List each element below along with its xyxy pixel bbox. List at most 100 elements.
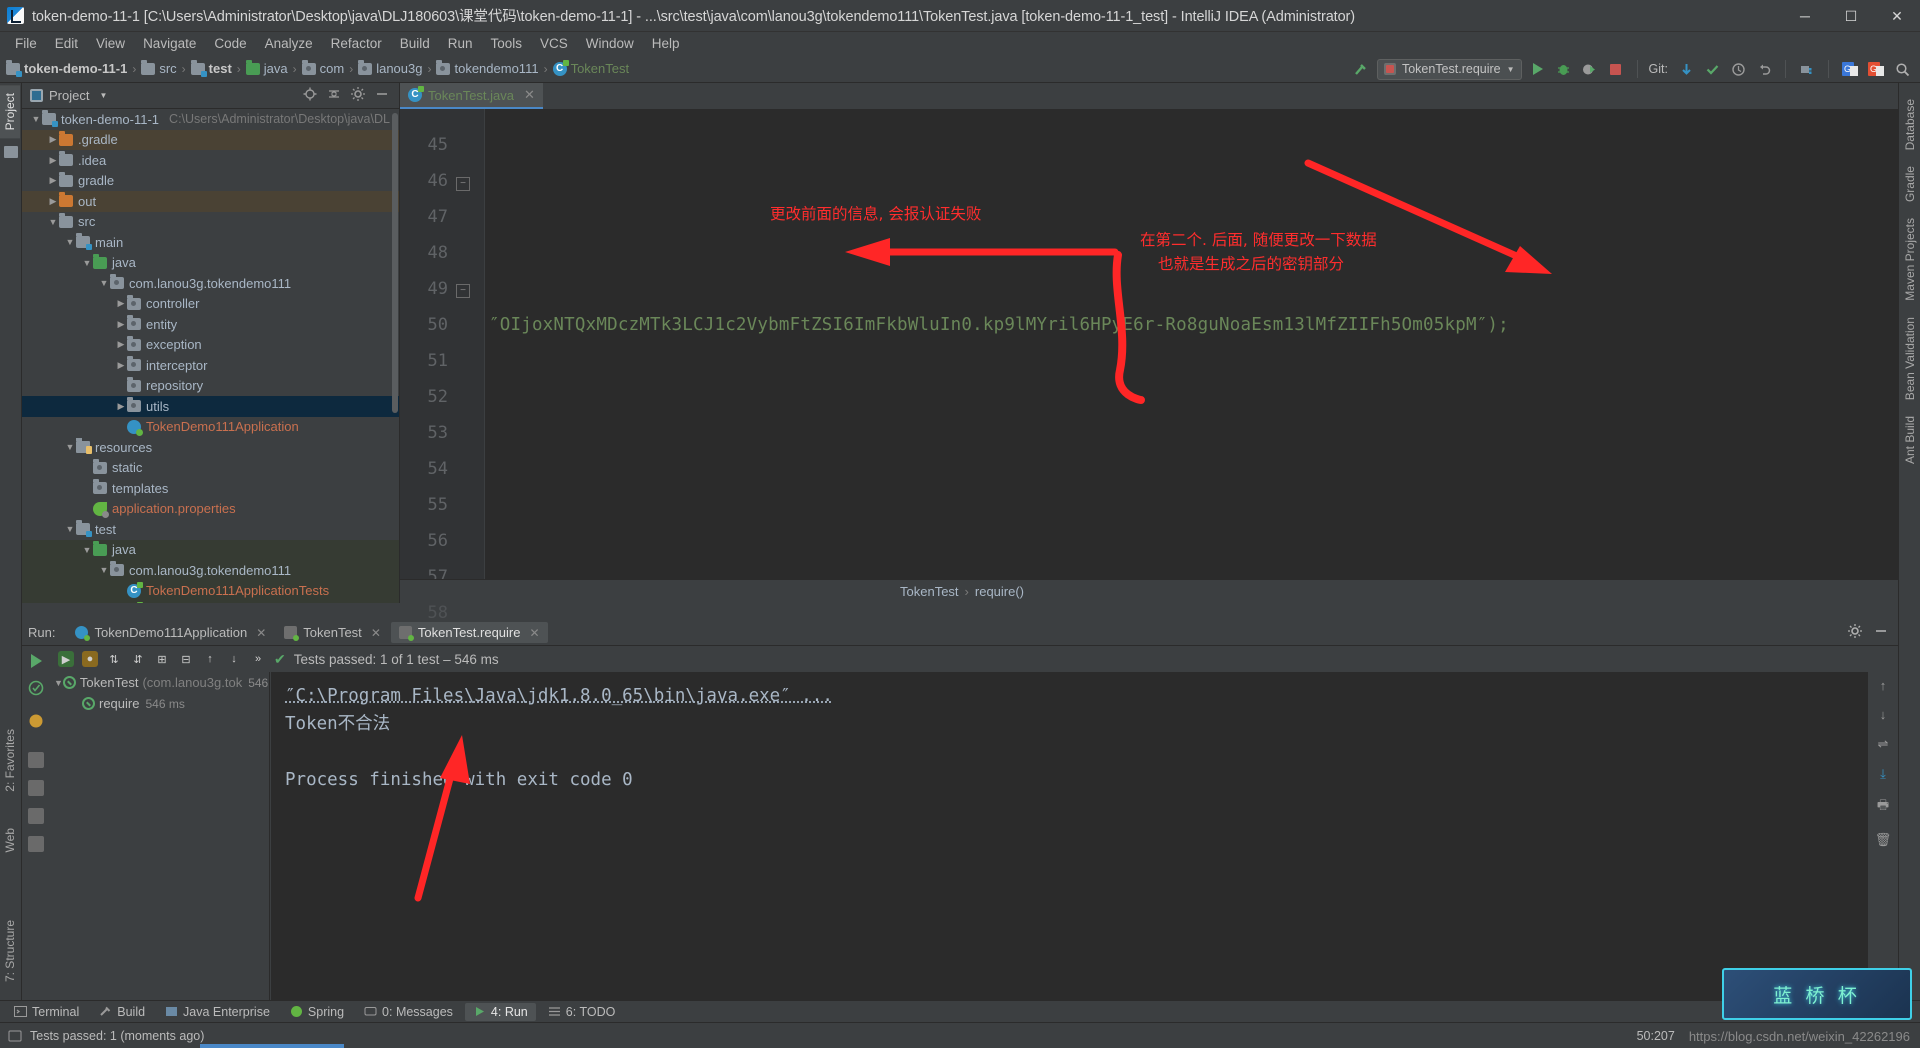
scroll-to-end-icon[interactable]: ⤓: [1880, 766, 1886, 782]
breadcrumb-java[interactable]: java ›: [245, 59, 302, 76]
tree-node[interactable]: ▼ com.lanou3g.tokendemo111: [22, 560, 399, 581]
code-fold-toggle[interactable]: −: [456, 284, 470, 298]
menu-window[interactable]: Window: [577, 34, 643, 53]
maximize-button[interactable]: ☐: [1828, 0, 1874, 32]
tree-expand-arrow[interactable]: ▶: [47, 196, 59, 207]
next-test-icon[interactable]: ↓: [226, 651, 242, 667]
tree-expand-arrow[interactable]: ▼: [54, 678, 63, 688]
sort-by-duration-icon[interactable]: ⇵: [130, 651, 146, 667]
menu-refactor[interactable]: Refactor: [322, 34, 391, 53]
run-button[interactable]: [1528, 59, 1548, 79]
editor-breadcrumb-method[interactable]: require(): [975, 584, 1024, 599]
sidebar-item-database[interactable]: Database: [1900, 91, 1920, 158]
settings-gear-icon[interactable]: [1848, 624, 1862, 641]
run-tab-tokentest[interactable]: TokenTest ✕: [276, 622, 389, 643]
project-file-tree[interactable]: ▼ token-demo-11-1 C:\Users\Administrator\D…: [22, 109, 399, 603]
tree-expand-arrow[interactable]: ▶: [47, 155, 59, 166]
toolwindow-terminal[interactable]: Terminal: [6, 1003, 87, 1021]
tree-node[interactable]: C TokenDemo111ApplicationTests: [22, 580, 399, 601]
caret-position[interactable]: 50:207: [1637, 1029, 1675, 1043]
tree-node[interactable]: ▼ main: [22, 232, 399, 253]
build-hammer-icon[interactable]: [1351, 59, 1371, 79]
tree-node[interactable]: ▼ resources: [22, 437, 399, 458]
git-revert-icon[interactable]: [1754, 59, 1774, 79]
sidebar-item-project[interactable]: Project: [0, 85, 20, 139]
tree-node[interactable]: repository: [22, 376, 399, 397]
rerun-button[interactable]: [30, 654, 42, 668]
more-options-icon[interactable]: »: [250, 651, 266, 667]
tree-expand-arrow[interactable]: ▶: [115, 339, 127, 350]
project-tree-scrollbar[interactable]: [392, 113, 398, 413]
tree-expand-arrow[interactable]: ▼: [81, 545, 93, 555]
minimize-button[interactable]: ─: [1782, 0, 1828, 32]
toggle-auto-test-icon[interactable]: [28, 713, 44, 734]
camera-icon[interactable]: [28, 808, 44, 824]
sort-alphabetically-icon[interactable]: ⇅: [106, 651, 122, 667]
console-output[interactable]: ″C:\Program Files\Java\jdk1.8.0_65\bin\j…: [271, 672, 1868, 1000]
scroll-down-icon[interactable]: ↓: [1880, 707, 1887, 722]
structure-strip-icon[interactable]: [4, 146, 18, 159]
tree-node[interactable]: static: [22, 458, 399, 479]
sidebar-item-bean-validation[interactable]: Bean Validation: [1900, 309, 1920, 408]
toolwindow-run[interactable]: 4: Run: [464, 1002, 536, 1021]
tree-expand-arrow[interactable]: ▶: [47, 134, 59, 145]
sidebar-item-ant-build[interactable]: Ant Build: [1900, 408, 1920, 472]
git-history-icon[interactable]: [1728, 59, 1748, 79]
tree-node[interactable]: ▶ .idea: [22, 150, 399, 171]
toggle-auto-test-icon[interactable]: ●: [82, 651, 98, 667]
tree-node[interactable]: ▶ .gradle: [22, 129, 399, 150]
scroll-up-icon[interactable]: ↑: [1880, 678, 1887, 693]
editor-tab-tokentest[interactable]: C TokenTest.java ✕: [400, 83, 543, 109]
tree-expand-arrow[interactable]: ▼: [64, 442, 76, 452]
debug-button[interactable]: [1554, 59, 1574, 79]
tree-expand-arrow[interactable]: ▼: [81, 258, 93, 268]
sidebar-item-gradle[interactable]: Gradle: [1900, 158, 1920, 210]
sidebar-item-structure[interactable]: 7: Structure: [0, 912, 20, 990]
toolwindow-messages[interactable]: 0: Messages: [356, 1003, 461, 1021]
run-tab-tokentest-require[interactable]: TokenTest.require ✕: [390, 622, 548, 643]
run-with-coverage-button[interactable]: [1580, 59, 1600, 79]
close-icon[interactable]: ✕: [524, 87, 535, 103]
stop-button[interactable]: [1606, 59, 1626, 79]
collapse-all-icon[interactable]: [327, 87, 341, 104]
tree-expand-arrow[interactable]: ▼: [64, 237, 76, 247]
menu-view[interactable]: View: [87, 34, 134, 53]
run-configuration-selector[interactable]: TokenTest.require ▼: [1376, 58, 1522, 80]
tree-node[interactable]: ▶ controller: [22, 294, 399, 315]
git-commit-icon[interactable]: [1702, 59, 1722, 79]
tree-node[interactable]: ▶ gradle: [22, 171, 399, 192]
close-icon[interactable]: ✕: [530, 626, 540, 640]
breadcrumb-tokendemo111[interactable]: tokendemo111 ›: [436, 59, 552, 76]
google-doc-blue-icon[interactable]: G: [1840, 59, 1860, 79]
close-button[interactable]: ✕: [1874, 0, 1920, 32]
expand-all-icon[interactable]: ⊞: [154, 651, 170, 667]
prev-test-icon[interactable]: ↑: [202, 651, 218, 667]
tree-expand-arrow[interactable]: ▼: [47, 217, 59, 227]
export-icon[interactable]: [28, 836, 44, 852]
tree-node[interactable]: TokenDemo111Application: [22, 417, 399, 438]
git-update-icon[interactable]: [1676, 59, 1696, 79]
rerun-tests-icon[interactable]: ▶: [58, 651, 74, 667]
sidebar-item-maven[interactable]: Maven Projects: [1900, 210, 1920, 309]
tree-expand-arrow[interactable]: ▶: [115, 401, 127, 412]
breadcrumb-src[interactable]: src ›: [141, 59, 190, 76]
tree-node[interactable]: application.properties: [22, 499, 399, 520]
menu-help[interactable]: Help: [643, 34, 689, 53]
clear-all-icon[interactable]: 🗑: [1875, 832, 1892, 848]
test-tree-row[interactable]: require 546 ms: [50, 693, 269, 714]
breadcrumb-test[interactable]: test ›: [190, 59, 246, 77]
tree-node[interactable]: CTokenTest: [22, 601, 399, 603]
tree-expand-arrow[interactable]: ▼: [64, 524, 76, 534]
tree-node[interactable]: ▶ entity: [22, 314, 399, 335]
tree-expand-arrow[interactable]: ▼: [98, 278, 110, 288]
editor-breadcrumb-class[interactable]: TokenTest: [900, 584, 959, 599]
hide-panel-icon[interactable]: [1874, 624, 1888, 641]
tree-node[interactable]: ▶ out: [22, 191, 399, 212]
menu-vcs[interactable]: VCS: [531, 34, 577, 53]
tree-node[interactable]: ▼ java: [22, 539, 399, 560]
tree-node[interactable]: ▼ com.lanou3g.tokendemo111: [22, 273, 399, 294]
tree-node[interactable]: ▼ token-demo-11-1 C:\Users\Administrator\D…: [22, 109, 399, 130]
pin-icon[interactable]: [28, 780, 44, 796]
menu-file[interactable]: File: [6, 34, 46, 53]
print-icon[interactable]: 🖶: [1877, 796, 1889, 818]
